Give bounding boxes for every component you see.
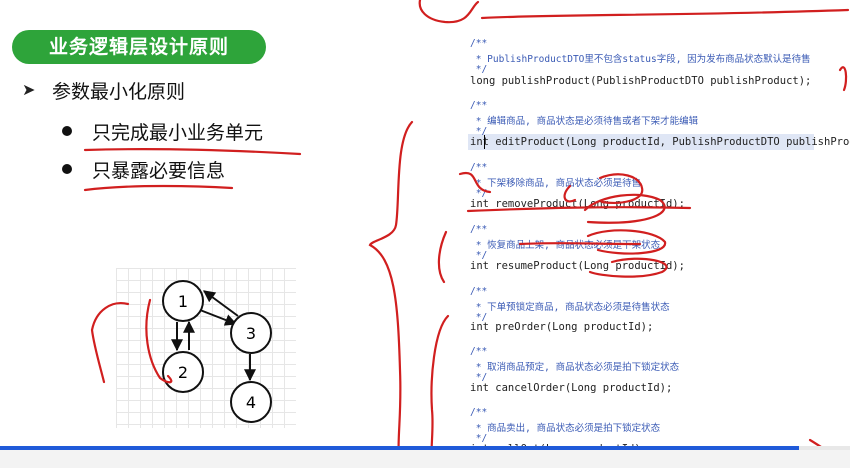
ink-line [480, 8, 850, 20]
edge-1-3 [199, 309, 238, 326]
ink-circle [586, 229, 667, 255]
ink-curve [418, 0, 480, 24]
graph-node-label: 3 [246, 324, 256, 343]
graph-node-label: 1 [178, 292, 188, 311]
ink-underline [518, 242, 642, 246]
ink-circle-productid [583, 193, 666, 224]
graph-node-label: 4 [246, 393, 256, 412]
ink-curve [90, 302, 130, 384]
lecture-slide: 业务逻辑层设计原则 ➤ 参数最小化原则 只完成最小业务单元 只暴露必要信息 /*… [0, 0, 850, 468]
ink-brace [368, 120, 414, 468]
edge-3-1 [203, 290, 239, 317]
node-graph: 1 2 3 4 [83, 0, 850, 468]
ink-scribble [563, 184, 577, 203]
graph-node-label: 2 [178, 363, 188, 382]
ink-stroke [838, 66, 848, 92]
ink-scribble [458, 171, 492, 194]
ink-annotations [83, 0, 850, 468]
ink-underline [466, 206, 692, 213]
ink-circle-productid [588, 257, 668, 278]
player-controls-area [0, 450, 850, 468]
ink-brace-small [437, 230, 448, 284]
ink-underline [83, 148, 302, 156]
ink-underline [83, 184, 234, 192]
